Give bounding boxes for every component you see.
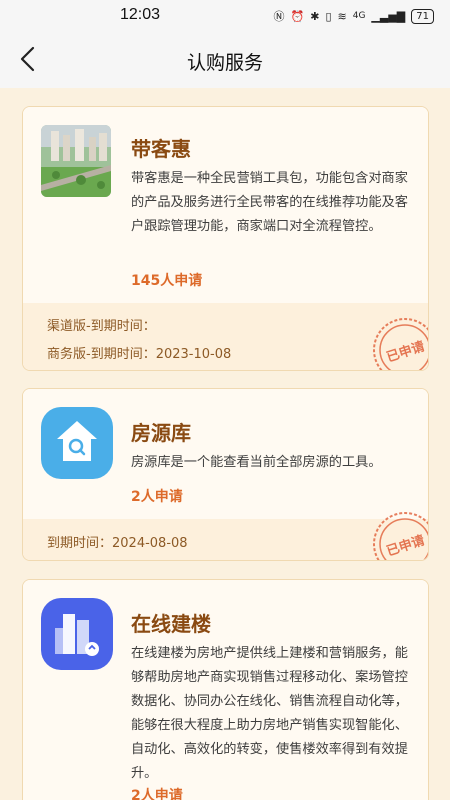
house-search-icon [41,407,113,479]
network-type: 4G [352,11,366,21]
expiry-business: 商务版-到期时间：2023-10-08 [47,347,232,362]
card-footer: 到期时间：2024-08-08 [23,519,428,560]
card-header: 在线建楼 在线建楼为房地产提供线上建楼和营销服务，能够帮助房地产商实现销售过程移… [23,580,428,800]
wifi-icon: ≋ [337,9,347,23]
status-time: 12:03 [120,6,161,23]
battery-icon: 71 [411,8,434,24]
signal-icon: ▁▃▅▇ [371,9,406,23]
alarm-icon: ⏰ [290,9,305,23]
bluetooth-icon: ✱ [310,9,320,23]
card-title: 在线建楼 [131,612,211,636]
apply-count: 2人申请 [131,489,183,505]
page-title: 认购服务 [186,52,263,74]
nav-bar: 认购服务 [0,32,450,88]
expiry-channel: 渠道版-到期时间： [47,319,156,334]
applied-stamp-icon: 已申请 [373,512,428,560]
card-header: 带客惠 带客惠是一种全民营销工具包，功能包含对商家的产品及服务进行全民带客的在线… [23,107,428,303]
apply-count: 145人申请 [131,273,203,289]
card-footer: 渠道版-到期时间： 商务版-到期时间：2023-10-08 [23,303,428,370]
card-header: 房源库 房源库是一个能查看当前全部房源的工具。 2人申请 [23,389,428,519]
service-card-zaixianjianlou[interactable]: 在线建楼 在线建楼为房地产提供线上建楼和营销服务，能够帮助房地产商实现销售过程移… [22,579,429,800]
status-icons: Ⓝ ⏰ ✱ ▯ ≋ 4G ▁▃▅▇ 71 [274,8,434,24]
service-list[interactable]: 带客惠 带客惠是一种全民营销工具包，功能包含对商家的产品及服务进行全民带客的在线… [0,88,450,800]
applied-stamp-icon: 已申请 [373,318,428,370]
vibrate-icon: ▯ [325,9,332,23]
stamp-text: 已申请 [385,532,427,559]
stamp-text: 已申请 [385,338,427,365]
card-description: 带客惠是一种全民营销工具包，功能包含对商家的产品及服务进行全民带客的在线推荐功能… [131,171,408,234]
apply-count: 2人申请 [131,788,183,800]
status-bar: 12:03 Ⓝ ⏰ ✱ ▯ ≋ 4G ▁▃▅▇ 71 [0,0,450,32]
card-description: 在线建楼为房地产提供线上建楼和营销服务，能够帮助房地产商实现销售过程移动化、案场… [131,646,408,781]
nfc-icon: Ⓝ [273,10,285,23]
card-title: 房源库 [131,421,191,445]
service-card-daikehui[interactable]: 带客惠 带客惠是一种全民营销工具包，功能包含对商家的产品及服务进行全民带客的在线… [22,106,429,371]
card-description: 房源库是一个能查看当前全部房源的工具。 [131,455,382,470]
product-image [41,125,111,197]
card-title: 带客惠 [131,137,191,161]
building-icon [41,598,113,670]
service-card-fangyuanku[interactable]: 房源库 房源库是一个能查看当前全部房源的工具。 2人申请 到期时间：2024-0… [22,388,429,561]
expiry-date: 到期时间：2024-08-08 [47,536,188,551]
